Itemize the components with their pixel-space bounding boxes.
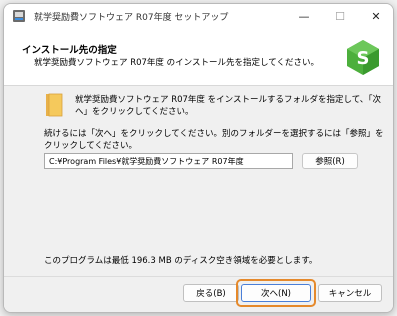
title-bar: 就学奨励費ソフトウェア R07年度 セットアップ — ☐ ✕ bbox=[4, 4, 393, 28]
wizard-footer: 戻る(B) 次へ(N) キャンセル bbox=[4, 276, 393, 312]
minimize-button[interactable]: — bbox=[286, 4, 322, 28]
close-button[interactable]: ✕ bbox=[358, 4, 393, 28]
page-title: インストール先の指定 bbox=[22, 45, 117, 56]
install-instruction: 就学奨励費ソフトウェア R07年度 をインストールするフォルダを指定して、「次へ… bbox=[75, 95, 382, 117]
installer-app-icon bbox=[12, 9, 26, 23]
disk-space-requirement: このプログラムは最低 196.3 MB のディスク空き領域を必要とします。 bbox=[44, 256, 318, 266]
window-title: 就学奨励費ソフトウェア R07年度 セットアップ bbox=[34, 13, 229, 23]
page-subtitle: 就学奨励費ソフトウェア R07年度 のインストール先を指定してください。 bbox=[34, 58, 319, 68]
maximize-button[interactable]: ☐ bbox=[322, 4, 358, 28]
browse-button[interactable]: 参照(R) bbox=[302, 153, 358, 169]
continue-instruction: 続けるには「次へ」をクリックしてください。別のフォルダーを選択するには「参照」を… bbox=[44, 129, 384, 151]
green-cube-s-logo-icon: S bbox=[344, 38, 382, 76]
install-path-input[interactable]: C:¥Program Files¥就学奨励費ソフトウェア R07年度 bbox=[44, 153, 293, 169]
cancel-button[interactable]: キャンセル bbox=[318, 284, 382, 302]
svg-text:S: S bbox=[357, 48, 370, 69]
wizard-header: インストール先の指定 就学奨励費ソフトウェア R07年度 のインストール先を指定… bbox=[4, 28, 393, 86]
setup-window: 就学奨励費ソフトウェア R07年度 セットアップ — ☐ ✕ インストール先の指… bbox=[3, 3, 394, 313]
next-button[interactable]: 次へ(N) bbox=[241, 284, 311, 302]
back-button[interactable]: 戻る(B) bbox=[183, 284, 239, 302]
folder-icon bbox=[45, 92, 63, 118]
wizard-content: 就学奨励費ソフトウェア R07年度 をインストールするフォルダを指定して、「次へ… bbox=[4, 86, 393, 276]
